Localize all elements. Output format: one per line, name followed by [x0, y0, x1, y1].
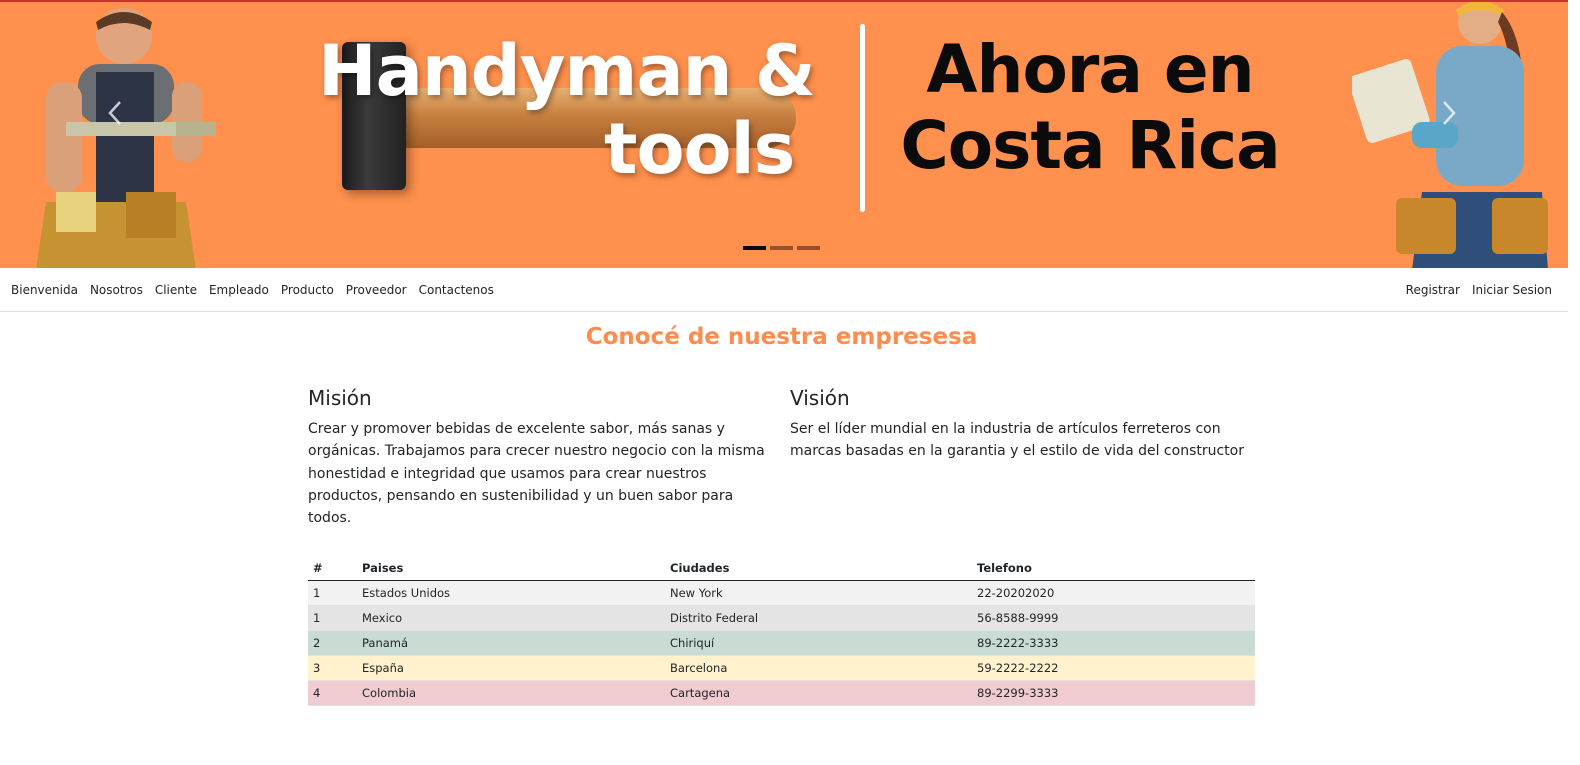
main-navbar: Bienvenida Nosotros Cliente Empleado Pro…	[0, 268, 1568, 312]
table-body: 1 Estados Unidos New York 22-20202020 1 Mexic…	[308, 580, 1255, 706]
nav-links-left: Bienvenida Nosotros Cliente Empleado Pro…	[11, 283, 494, 297]
carousel-indicator-3[interactable]	[797, 246, 820, 250]
mision-section: Misión Crear y promover bebidas de excel…	[308, 386, 768, 529]
header-num: #	[308, 556, 357, 581]
cell-ciudad: New York	[665, 580, 972, 606]
cell-telefono: 89-2222-3333	[972, 630, 1255, 656]
cell-pais: Colombia	[357, 680, 665, 706]
table-row: 2 Panamá Chiriquí 89-2222-3333	[308, 630, 1255, 656]
brand-title-line1: Handyman &	[318, 30, 816, 112]
header-paises: Paises	[357, 556, 665, 581]
handywoman-worker-image	[1352, 2, 1548, 268]
headline-line2: Costa Rica	[900, 107, 1280, 184]
nav-link-registrar[interactable]: Registrar	[1406, 283, 1460, 297]
cell-telefono: 56-8588-9999	[972, 605, 1255, 631]
cell-num: 4	[308, 680, 357, 706]
vision-heading: Visión	[790, 386, 850, 410]
nav-link-bienvenida[interactable]: Bienvenida	[11, 283, 78, 297]
banner-headline: Ahora en Costa Rica	[880, 32, 1300, 184]
table-row: 3 España Barcelona 59-2222-2222	[308, 655, 1255, 681]
nav-link-empleado[interactable]: Empleado	[209, 283, 269, 297]
vision-text: Ser el líder mundial en la industria de …	[790, 421, 1244, 460]
nav-link-contactenos[interactable]: Contactenos	[419, 283, 494, 297]
cell-pais: Mexico	[357, 605, 665, 631]
vision-section: Visión Ser el líder mundial en la indust…	[790, 386, 1250, 463]
countries-table: # Paises Ciudades Telefono 1 Estados Unid…	[308, 556, 1255, 706]
cell-pais: Estados Unidos	[357, 580, 665, 606]
carousel-indicator-1[interactable]	[743, 246, 766, 250]
nav-link-cliente[interactable]: Cliente	[155, 283, 197, 297]
nav-link-iniciar-sesion[interactable]: Iniciar Sesion	[1472, 283, 1552, 297]
hero-carousel: Handyman & tools Ahora en Costa Rica	[0, 0, 1568, 268]
mision-heading: Misión	[308, 386, 372, 410]
banner-divider	[860, 24, 865, 212]
cell-ciudad: Barcelona	[665, 655, 972, 681]
header-ciudades: Ciudades	[665, 556, 972, 581]
cell-pais: España	[357, 655, 665, 681]
cell-num: 2	[308, 630, 357, 656]
carousel-indicator-2[interactable]	[770, 246, 793, 250]
cell-num: 3	[308, 655, 357, 681]
nav-link-producto[interactable]: Producto	[281, 283, 334, 297]
table-row: 1 Estados Unidos New York 22-20202020	[308, 580, 1255, 606]
table-row: 4 Colombia Cartagena 89-2299-3333	[308, 680, 1255, 706]
table-row: 1 Mexico Distrito Federal 56-8588-9999	[308, 605, 1255, 631]
chevron-right-icon	[1443, 101, 1456, 125]
table-header: # Paises Ciudades Telefono	[308, 556, 1255, 581]
brand-title-line2: tools	[604, 108, 795, 190]
cell-telefono: 59-2222-2222	[972, 655, 1255, 681]
header-telefono: Telefono	[972, 556, 1255, 581]
nav-links-right: Registrar Iniciar Sesion	[1406, 283, 1552, 297]
carousel-indicators	[743, 246, 820, 250]
cell-ciudad: Cartagena	[665, 680, 972, 706]
headline-line1: Ahora en	[926, 31, 1254, 108]
table-header-row: # Paises Ciudades Telefono	[308, 556, 1255, 581]
chevron-left-icon	[108, 101, 121, 125]
cell-telefono: 22-20202020	[972, 580, 1255, 606]
cell-telefono: 89-2299-3333	[972, 680, 1255, 706]
nav-link-nosotros[interactable]: Nosotros	[90, 283, 143, 297]
page-title: Conocé de nuestra empresesa	[585, 324, 978, 350]
handyman-worker-image	[36, 8, 216, 268]
carousel-prev-button[interactable]	[104, 98, 128, 128]
brand-logo: Handyman & tools	[318, 30, 818, 200]
carousel-next-button[interactable]	[1436, 98, 1460, 128]
nav-link-proveedor[interactable]: Proveedor	[346, 283, 407, 297]
cell-num: 1	[308, 580, 357, 606]
cell-num: 1	[308, 605, 357, 631]
mision-text: Crear y promover bebidas de excelente sa…	[308, 421, 765, 527]
cell-ciudad: Chiriquí	[665, 630, 972, 656]
cell-ciudad: Distrito Federal	[665, 605, 972, 631]
cell-pais: Panamá	[357, 630, 665, 656]
